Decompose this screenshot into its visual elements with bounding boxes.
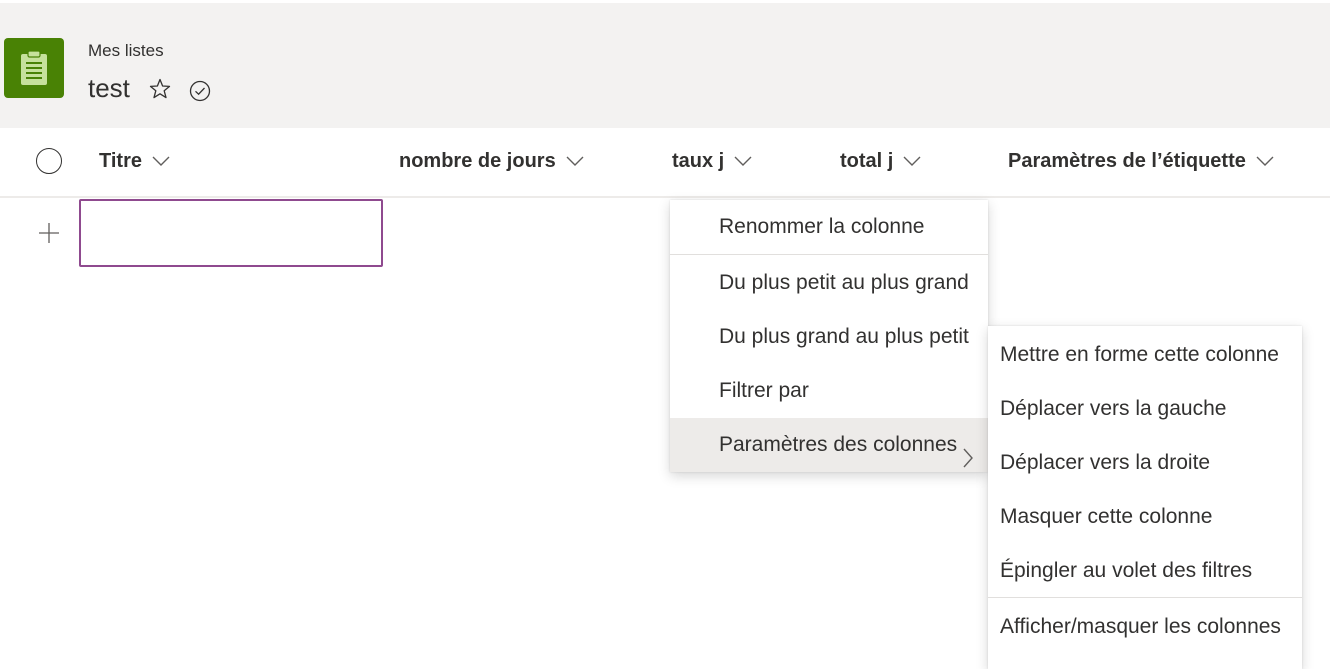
- check-circle-icon[interactable]: [188, 79, 212, 108]
- menu-item-label: Du plus petit au plus grand: [719, 271, 969, 294]
- chevron-right-icon: [962, 435, 974, 489]
- submenu-item-format-column[interactable]: Mettre en forme cette colonne: [988, 328, 1302, 382]
- menu-item-label: Déplacer vers la droite: [1000, 451, 1211, 474]
- menu-item-sort-ascending[interactable]: Du plus petit au plus grand: [670, 256, 988, 310]
- column-header-label: Titre: [99, 150, 142, 172]
- column-context-menu: Renommer la colonne Du plus petit au plu…: [670, 200, 988, 472]
- chevron-down-icon: [1256, 150, 1274, 173]
- column-header-titre[interactable]: Titre: [99, 150, 170, 173]
- new-item-title-input[interactable]: [79, 199, 383, 267]
- column-header-label: Paramètres de l’étiquette: [1008, 150, 1246, 172]
- list-view: Mes listes test Titre nombre de jours ta…: [0, 0, 1330, 669]
- column-header-label: taux j: [672, 150, 725, 172]
- column-header-total-j[interactable]: total j: [840, 150, 921, 173]
- page-title: test: [88, 73, 130, 103]
- menu-divider: [988, 597, 1302, 598]
- column-header-taux-j[interactable]: taux j: [672, 150, 752, 173]
- menu-item-column-settings[interactable]: Paramètres des colonnes: [670, 418, 988, 472]
- column-header-row: Titre nombre de jours taux j total j Par…: [0, 128, 1330, 198]
- menu-item-rename-column[interactable]: Renommer la colonne: [670, 200, 988, 254]
- menu-item-label: Renommer la colonne: [719, 215, 925, 238]
- menu-item-label: Paramètres des colonnes: [719, 433, 958, 456]
- submenu-item-hide-column[interactable]: Masquer cette colonne: [988, 490, 1302, 544]
- submenu-item-move-right[interactable]: Déplacer vers la droite: [988, 436, 1302, 490]
- submenu-item-show-hide-columns[interactable]: Afficher/masquer les colonnes: [988, 600, 1302, 654]
- chevron-down-icon: [903, 150, 921, 173]
- star-icon[interactable]: [148, 77, 172, 106]
- menu-item-label: Épingler au volet des filtres: [1000, 559, 1253, 582]
- clipboard-list-icon[interactable]: [4, 38, 64, 98]
- add-icon[interactable]: [38, 222, 60, 249]
- menu-item-label: Mettre en forme cette colonne: [1000, 343, 1279, 366]
- menu-divider: [670, 254, 988, 255]
- column-header-label: nombre de jours: [399, 150, 556, 172]
- breadcrumb[interactable]: Mes listes: [88, 41, 164, 61]
- submenu-item-move-left[interactable]: Déplacer vers la gauche: [988, 382, 1302, 436]
- menu-item-label: Afficher/masquer les colonnes: [1000, 615, 1281, 638]
- menu-item-filter-by[interactable]: Filtrer par: [670, 364, 988, 418]
- menu-item-label: Déplacer vers la gauche: [1000, 397, 1227, 420]
- column-header-parametres-etiquette[interactable]: Paramètres de l’étiquette: [1008, 150, 1274, 173]
- column-header-nombre-de-jours[interactable]: nombre de jours: [399, 150, 584, 173]
- menu-item-sort-descending[interactable]: Du plus grand au plus petit: [670, 310, 988, 364]
- menu-item-label: Filtrer par: [719, 379, 809, 402]
- menu-item-label: Du plus grand au plus petit: [719, 325, 969, 348]
- list-header: Mes listes test: [0, 3, 1330, 128]
- chevron-down-icon: [152, 150, 170, 173]
- menu-item-label: Masquer cette colonne: [1000, 505, 1213, 528]
- chevron-down-icon: [734, 150, 752, 173]
- chevron-down-icon: [566, 150, 584, 173]
- select-all-checkbox[interactable]: [36, 148, 62, 174]
- column-header-label: total j: [840, 150, 894, 172]
- submenu-item-pin-to-filters[interactable]: Épingler au volet des filtres: [988, 544, 1302, 598]
- column-settings-submenu: Mettre en forme cette colonne Déplacer v…: [988, 326, 1302, 669]
